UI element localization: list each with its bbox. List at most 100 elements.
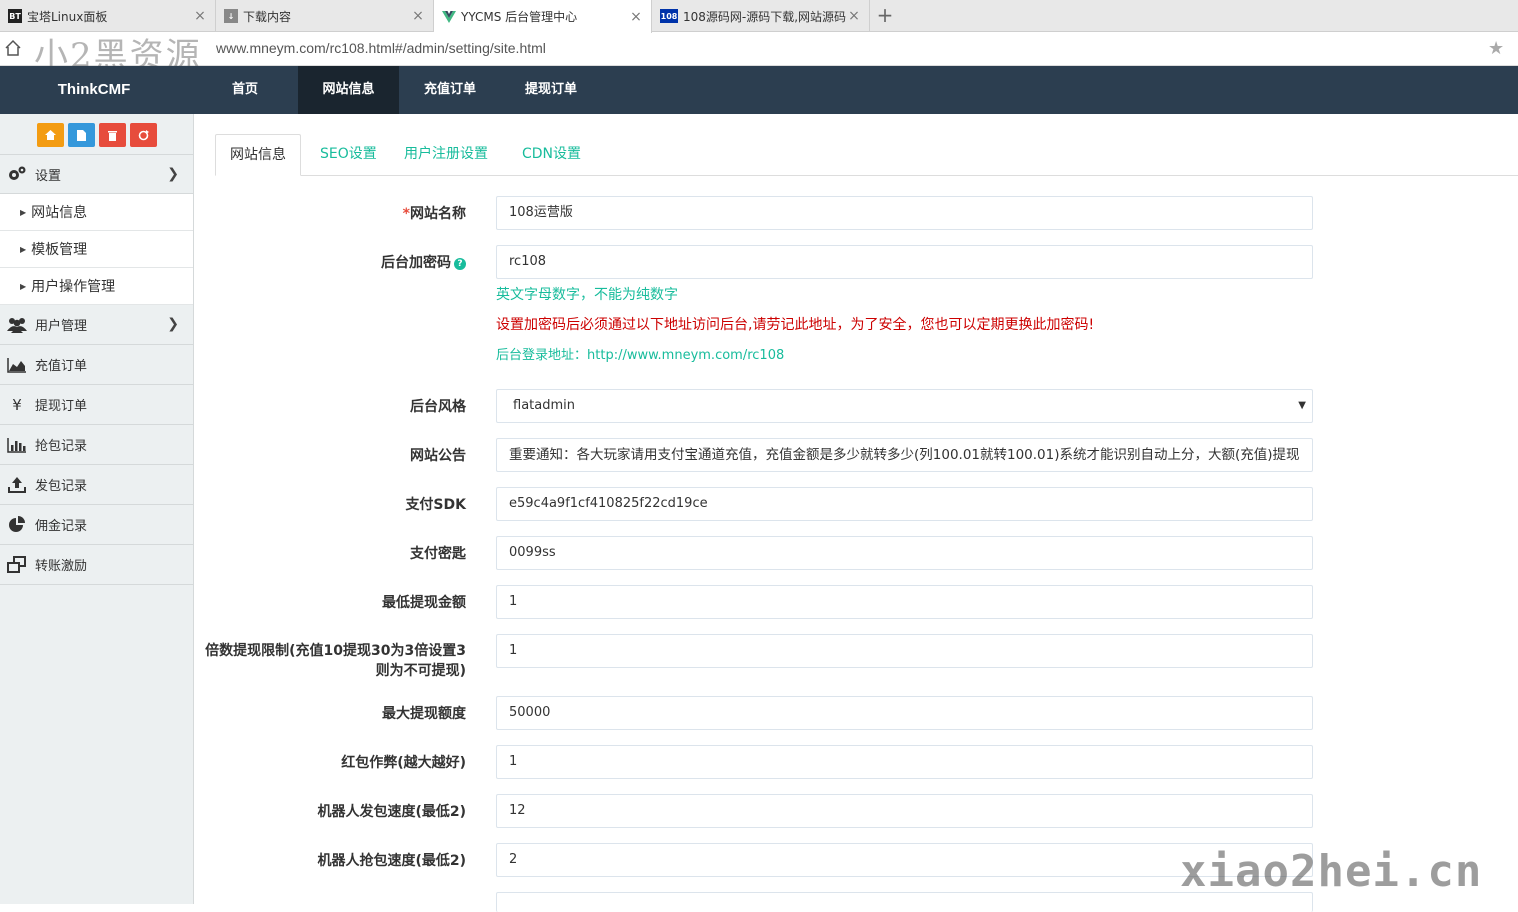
file-shortcut-button[interactable] — [67, 123, 95, 147]
close-icon[interactable]: × — [411, 8, 425, 24]
caret-right-icon: ▶ — [20, 281, 27, 291]
sidebar: 设置 ❯ ▶ 网站信息 ▶ 模板管理 ▶ 用户操作管理 用户管理 ❯ 充值订单 ¥ 提… — [0, 114, 194, 904]
subitem-label: 网站信息 — [31, 205, 88, 221]
bookmark-star-icon[interactable]: ★ — [1488, 38, 1504, 59]
sidebar-item-settings[interactable]: 设置 ❯ — [0, 154, 193, 194]
pay-sdk-input[interactable]: e59c4a9f1cf410825f22cd19ce — [496, 487, 1313, 521]
admin-login-address: 后台登录地址：http://www.mneym.com/rc108 — [496, 348, 785, 363]
recycle-icon — [138, 129, 149, 140]
url-field[interactable]: www.mneym.com/rc108.html#/admin/setting/… — [216, 40, 546, 56]
admin-style-label: 后台风格 — [410, 399, 466, 415]
windows-restore-icon — [6, 555, 28, 574]
question-circle-icon[interactable]: ? — [454, 258, 466, 270]
admin-key-hint: 英文字母数字，不能为纯数字 — [496, 287, 678, 303]
robot-grab-label: 机器人抢包速度(最低2) — [317, 853, 466, 869]
robot-send-label: 机器人发包速度(最低2) — [317, 804, 466, 820]
admin-style-value: flatadmin — [513, 398, 575, 413]
yen-icon: ¥ — [12, 395, 22, 414]
tab-title: YYCMS 后台管理中心 — [461, 10, 578, 24]
sidebar-subitem-user-actions[interactable]: ▶ 用户操作管理 — [0, 268, 193, 305]
address-bar: www.mneym.com/rc108.html#/admin/setting/… — [0, 33, 1518, 66]
nav-home[interactable]: 首页 — [208, 66, 282, 114]
shortcut-buttons — [0, 114, 193, 154]
sidebar-item-commission-records[interactable]: 佣金记录 — [0, 505, 193, 545]
close-icon[interactable]: × — [193, 8, 207, 24]
robot-send-input[interactable]: 12 — [496, 794, 1313, 828]
notice-input[interactable]: 重要通知：各大玩家请用支付宝通道充值，充值金额是多少就转多少(列100.01就转… — [496, 438, 1313, 472]
cheat-input[interactable]: 1 — [496, 745, 1313, 779]
multiple-limit-input[interactable]: 1 — [496, 634, 1313, 668]
sidebar-item-label: 充值订单 — [35, 359, 88, 374]
min-withdraw-label: 最低提现金额 — [382, 595, 466, 611]
home-icon — [44, 130, 56, 140]
trash-shortcut-button[interactable] — [98, 123, 126, 147]
pie-chart-icon — [6, 515, 28, 534]
chevron-right-icon: ❯ — [167, 166, 179, 182]
browser-tab-108[interactable]: 108 108源码网-源码下载,网站源码 × — [652, 0, 870, 32]
close-icon[interactable]: × — [847, 8, 861, 24]
multiple-limit-label: 倍数提现限制(充值10提现30为3倍设置3 则为不可提现) — [205, 643, 466, 679]
main-content: 网站信息 SEO设置 用户注册设置 CDN设置 *网站名称 108运营版 后台加… — [195, 114, 1518, 912]
sidebar-item-label: 设置 — [35, 168, 62, 184]
subitem-label: 用户操作管理 — [31, 279, 116, 295]
close-icon[interactable]: × — [629, 9, 643, 25]
top-navbar: ThinkCMF 首页 网站信息 充值订单 提现订单 — [0, 66, 1518, 114]
brand-logo[interactable]: ThinkCMF — [0, 66, 188, 114]
max-withdraw-input[interactable]: 50000 — [496, 696, 1313, 730]
watermark-bottom: xiao2hei.cn — [1180, 846, 1483, 897]
sidebar-subitem-templates[interactable]: ▶ 模板管理 — [0, 231, 193, 268]
sidebar-item-recharge-orders[interactable]: 充值订单 — [0, 345, 193, 385]
tab-seo[interactable]: SEO设置 — [306, 134, 391, 176]
sidebar-item-transfer-rewards[interactable]: 转账激励 — [0, 545, 193, 585]
bar-chart-icon — [6, 436, 28, 454]
notice-label: 网站公告 — [410, 448, 466, 464]
tab-site-info[interactable]: 网站信息 — [215, 134, 301, 176]
pay-sdk-label: 支付SDK — [405, 497, 466, 513]
tab-title: 下载内容 — [243, 9, 292, 24]
admin-style-select[interactable]: flatadmin ▼ — [496, 389, 1313, 423]
nav-withdraw-orders[interactable]: 提现订单 — [512, 66, 590, 114]
bt-favicon-icon: BT — [8, 9, 22, 23]
admin-key-label: 后台加密码? — [381, 252, 466, 272]
nav-recharge-orders[interactable]: 充值订单 — [412, 66, 488, 114]
caret-down-icon: ▼ — [1298, 400, 1306, 411]
site-name-input[interactable]: 108运营版 — [496, 196, 1313, 230]
sidebar-item-users[interactable]: 用户管理 ❯ — [0, 305, 193, 345]
pay-key-input[interactable]: 0099ss — [496, 536, 1313, 570]
tab-title: 108源码网-源码下载,网站源码 — [683, 9, 847, 24]
chevron-right-icon: ❯ — [167, 316, 179, 332]
browser-tab-yycms[interactable]: YYCMS 后台管理中心 × — [434, 0, 652, 33]
sidebar-item-label: 抢包记录 — [35, 439, 88, 454]
subitem-label: 模板管理 — [31, 242, 88, 258]
site-108-favicon-icon: 108 — [660, 9, 678, 23]
admin-key-warning: 设置加密码后必须通过以下地址访问后台,请劳记此地址，为了安全，您也可以定期更换此… — [496, 317, 1095, 333]
tab-user-registration[interactable]: 用户注册设置 — [390, 134, 502, 176]
new-tab-plus-icon[interactable]: + — [874, 4, 896, 26]
users-icon — [6, 316, 28, 334]
vue-icon — [442, 10, 456, 24]
browser-tab-downloads[interactable]: ↓ 下载内容 × — [216, 0, 434, 32]
tab-cdn[interactable]: CDN设置 — [508, 134, 595, 176]
nav-site-info[interactable]: 网站信息 — [298, 66, 399, 114]
gears-icon — [6, 165, 28, 183]
tab-title: 宝塔Linux面板 — [27, 9, 108, 24]
site-name-label: *网站名称 — [402, 206, 466, 222]
min-withdraw-input[interactable]: 1 — [496, 585, 1313, 619]
admin-login-url-link[interactable]: http://www.mneym.com/rc108 — [587, 348, 784, 363]
max-withdraw-label: 最大提现额度 — [382, 706, 466, 722]
admin-key-input[interactable]: rc108 — [496, 245, 1313, 279]
caret-right-icon: ▶ — [20, 207, 27, 217]
sidebar-item-label: 提现订单 — [35, 399, 88, 414]
settings-submenu: ▶ 网站信息 ▶ 模板管理 ▶ 用户操作管理 — [0, 194, 193, 305]
pay-key-label: 支付密匙 — [410, 546, 466, 562]
sidebar-item-send-records[interactable]: 发包记录 — [0, 465, 193, 505]
sidebar-subitem-site-info[interactable]: ▶ 网站信息 — [0, 194, 193, 231]
browser-tab-bar: BT 宝塔Linux面板 × ↓ 下载内容 × YYCMS 后台管理中心 × 1… — [0, 0, 1518, 33]
area-chart-icon — [6, 356, 28, 374]
recycle-shortcut-button[interactable] — [129, 123, 157, 147]
home-shortcut-button[interactable] — [36, 123, 64, 147]
trash-icon — [107, 130, 117, 141]
sidebar-item-withdraw-orders[interactable]: ¥ 提现订单 — [0, 385, 193, 425]
sidebar-item-grab-records[interactable]: 抢包记录 — [0, 425, 193, 465]
home-icon[interactable] — [4, 39, 22, 57]
